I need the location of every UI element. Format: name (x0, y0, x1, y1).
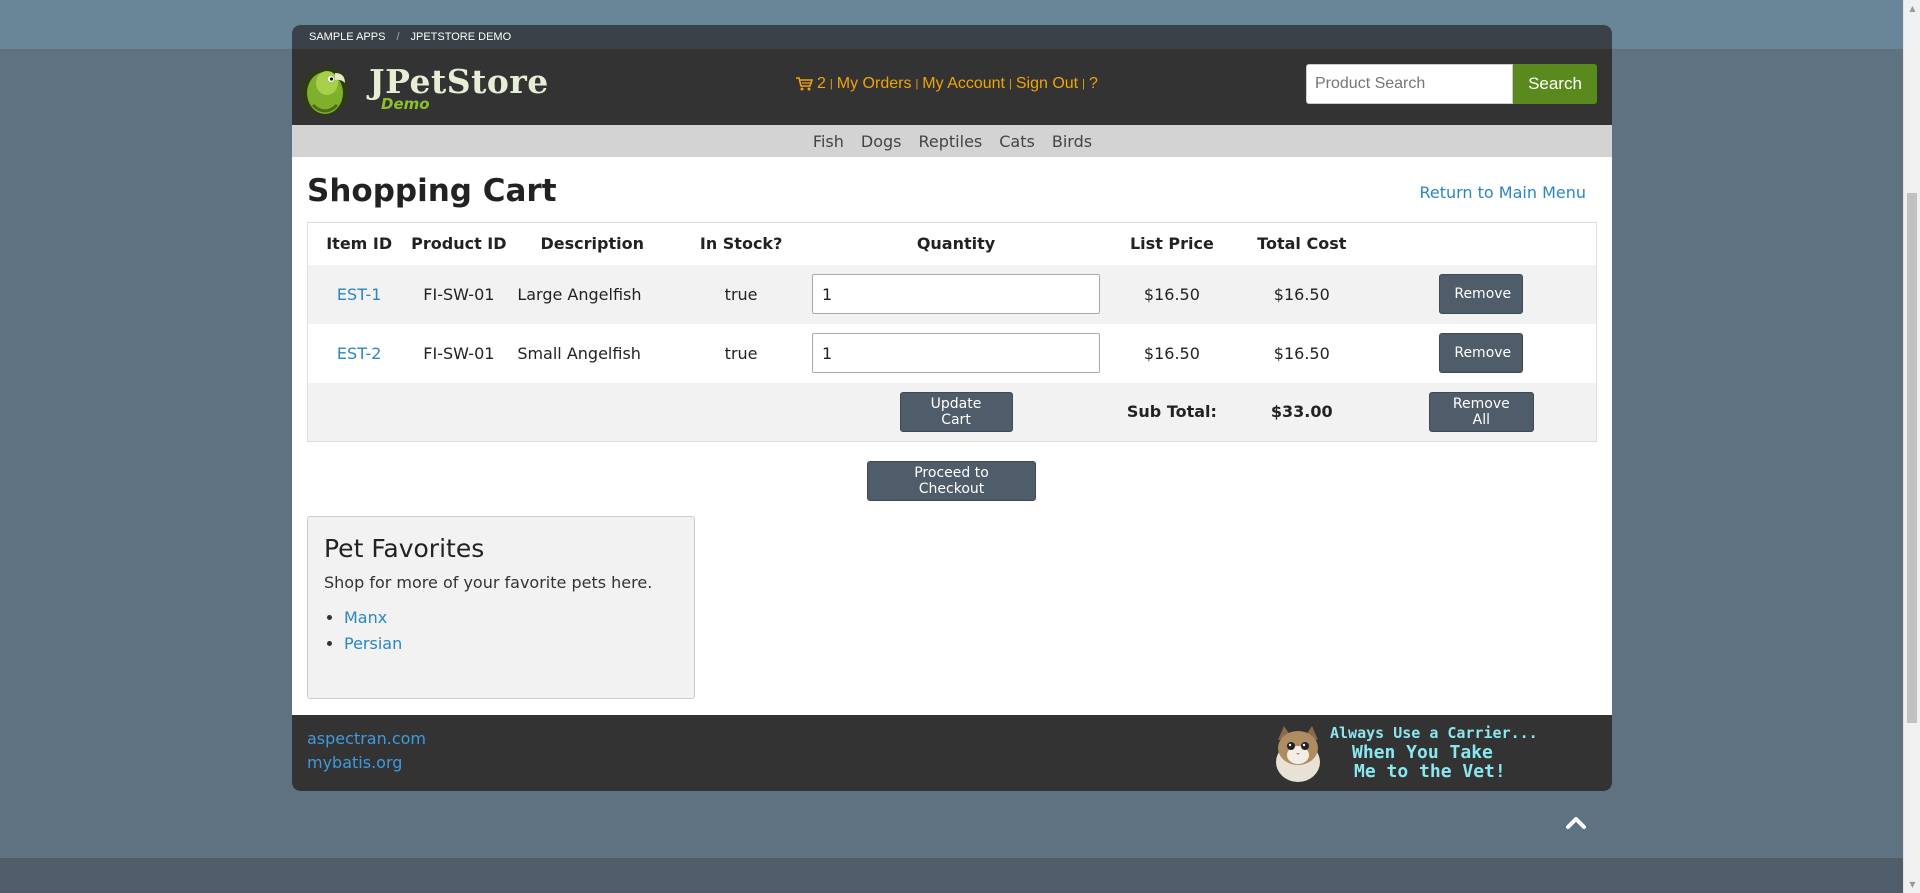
logo-subtitle: Demo (381, 95, 430, 113)
table-row: EST-1 FI-SW-01 Large Angelfish true $16.… (307, 264, 1597, 324)
menu-divider: | (1082, 78, 1085, 90)
table-row: EST-2 FI-SW-01 Small Angelfish true $16.… (307, 323, 1597, 383)
remove-button[interactable]: Remove (1439, 274, 1524, 314)
in-stock: true (677, 264, 806, 324)
sign-out-link[interactable]: Sign Out (1016, 75, 1078, 93)
list-item: Persian (344, 634, 678, 653)
header: JPetStore Demo 2 | My Orders | My Accoun… (292, 49, 1612, 125)
scrollbar[interactable]: ▲ ▼ (1903, 0, 1920, 893)
product-id: FI-SW-01 (410, 323, 508, 383)
total-cost: $16.50 (1236, 264, 1367, 324)
menu-divider: | (1009, 78, 1012, 90)
category-cats[interactable]: Cats (999, 132, 1035, 151)
footer-link-aspectran[interactable]: aspectran.com (307, 727, 426, 751)
cat-icon (1276, 726, 1320, 782)
scrollbar-thumb[interactable] (1907, 193, 1917, 723)
list-price: $16.50 (1107, 323, 1237, 383)
column-header: Product ID (411, 234, 507, 254)
vet-carrier-banner[interactable]: Always Use a Carrier... When You Take Me… (1272, 720, 1557, 786)
page-title: Shopping Cart (307, 173, 557, 209)
breadcrumb-sample-apps[interactable]: SAMPLE APPS (309, 31, 385, 43)
proceed-to-checkout-button[interactable]: Proceed to Checkout (867, 461, 1036, 501)
remove-all-button[interactable]: Remove All (1428, 391, 1534, 432)
parrot-logo-icon (301, 67, 349, 115)
category-birds[interactable]: Birds (1052, 132, 1092, 151)
account-menu: 2 | My Orders | My Account | Sign Out | … (796, 75, 1098, 93)
pet-favorites-panel: Pet Favorites Shop for more of your favo… (307, 516, 695, 699)
column-header: Total Cost (1257, 234, 1347, 254)
favorites-text: Shop for more of your favorite pets here… (324, 573, 653, 592)
column-header: Description (540, 234, 644, 254)
category-dogs[interactable]: Dogs (861, 132, 902, 151)
item-id-link[interactable]: EST-1 (337, 285, 382, 304)
subtotal-label: Sub Total: (1107, 382, 1237, 442)
menu-divider: | (829, 78, 833, 90)
return-to-main-menu-link[interactable]: Return to Main Menu (1419, 183, 1586, 202)
cart-count: 2 (817, 75, 826, 92)
cart-table: Item ID Product ID Description In Stock?… (307, 222, 1597, 442)
logo[interactable]: JPetStore Demo (301, 59, 548, 117)
subtotal-row: Update Cart Sub Total: $33.00 Remove All (307, 382, 1597, 442)
column-header: Item ID (326, 234, 393, 254)
update-cart-button[interactable]: Update Cart (899, 391, 1013, 432)
banner-line: Always Use a Carrier... (1330, 724, 1538, 742)
total-cost: $16.50 (1236, 323, 1367, 383)
item-id-link[interactable]: EST-2 (337, 344, 382, 363)
product-search-input[interactable] (1306, 64, 1513, 104)
column-header: In Stock? (699, 234, 783, 254)
remove-button[interactable]: Remove (1439, 333, 1524, 373)
list-price: $16.50 (1107, 264, 1237, 324)
quantity-input[interactable] (812, 274, 1101, 314)
category-nav: Fish Dogs Reptiles Cats Birds (292, 125, 1612, 157)
favorites-title: Pet Favorites (324, 534, 485, 563)
banner-line: When You Take (1352, 742, 1493, 763)
breadcrumb-jpetstore-demo[interactable]: JPETSTORE DEMO (411, 31, 512, 43)
breadcrumb-separator: / (396, 31, 400, 43)
footer-link-mybatis[interactable]: mybatis.org (307, 751, 426, 775)
favorites-list: Manx Persian (324, 608, 678, 653)
chevron-up-icon[interactable] (1565, 813, 1587, 833)
search-button[interactable]: Search (1513, 64, 1597, 104)
my-account-link[interactable]: My Account (922, 75, 1005, 93)
column-header: Quantity (916, 234, 996, 254)
quantity-input[interactable] (812, 333, 1101, 373)
banner-line: Me to the Vet! (1354, 761, 1506, 782)
cart-icon (796, 77, 813, 91)
footer-links: aspectran.com mybatis.org (307, 727, 426, 775)
breadcrumb: SAMPLE APPS / JPETSTORE DEMO (292, 25, 1612, 49)
scroll-down-arrow-icon[interactable]: ▼ (1904, 876, 1920, 893)
menu-divider: | (915, 78, 919, 90)
product-id: FI-SW-01 (410, 264, 508, 324)
my-orders-link[interactable]: My Orders (837, 75, 912, 93)
favorite-link-manx[interactable]: Manx (344, 608, 387, 627)
in-stock: true (677, 323, 806, 383)
help-link[interactable]: ? (1089, 75, 1098, 93)
category-fish[interactable]: Fish (813, 132, 844, 151)
cart-link[interactable]: 2 (796, 75, 826, 93)
scroll-up-arrow-icon[interactable]: ▲ (1904, 0, 1920, 17)
banner-text: Always Use a Carrier... When You Take Me… (1330, 724, 1538, 781)
page-background-bottom (0, 858, 1920, 893)
main-content: Shopping Cart Return to Main Menu Item I… (292, 157, 1612, 715)
favorite-link-persian[interactable]: Persian (344, 634, 402, 653)
subtotal-value: $33.00 (1236, 382, 1367, 442)
description: Small Angelfish (507, 323, 678, 383)
footer: aspectran.com mybatis.org Always Use a C… (292, 715, 1612, 791)
column-header: List Price (1129, 234, 1214, 254)
description: Large Angelfish (507, 264, 678, 324)
list-item: Manx (344, 608, 678, 627)
category-reptiles[interactable]: Reptiles (919, 132, 983, 151)
table-header-row: Item ID Product ID Description In Stock?… (308, 223, 1597, 265)
app-container: SAMPLE APPS / JPETSTORE DEMO JPetStore D… (292, 25, 1612, 791)
column-header-empty (1367, 223, 1597, 265)
